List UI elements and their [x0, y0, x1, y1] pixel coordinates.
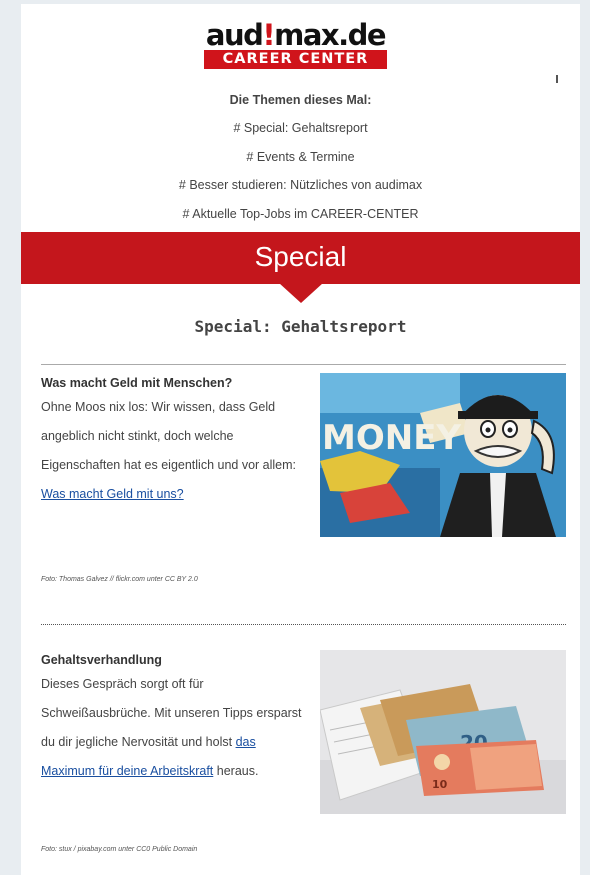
article-title: Was macht Geld mit Menschen? [41, 376, 233, 390]
photo-credit: Foto: Thomas Galvez // flickr.com unter … [41, 576, 198, 583]
article-body: Dieses Gespräch sorgt oft für Schweißaus… [41, 677, 302, 778]
topic-item: # Aktuelle Top-Jobs im CAREER-CENTER [182, 206, 419, 221]
article-separator [41, 624, 566, 625]
topic-item: # Special: Gehaltsreport [233, 121, 368, 135]
special-banner: Special [21, 232, 580, 284]
cursor-mark [556, 75, 558, 83]
audimax-logo[interactable]: aud!max.de CAREER CENTER [204, 20, 387, 69]
article-1: Was macht Geld mit Menschen? Ohne Moos n… [41, 373, 311, 509]
banner-arrow-icon [279, 283, 323, 303]
svg-text:10: 10 [432, 778, 448, 791]
section-title: Special: Gehaltsreport [194, 317, 407, 336]
article-link[interactable]: Was macht Geld mit uns? [41, 487, 184, 501]
logo-wordmark: aud!max.de [205, 18, 387, 52]
euro-banknotes-image[interactable]: 20 10 [320, 650, 566, 814]
topics-heading: Die Themen dieses Mal: [229, 93, 372, 107]
photo-credit: Foto: stux / pixabay.com unter CC0 Publi… [41, 846, 198, 853]
monopoly-money-graffiti-image[interactable]: MONEY [320, 373, 566, 537]
article-body: Ohne Moos nix los: Wir wissen, dass Geld… [41, 400, 297, 501]
newsletter-card: aud!max.de CAREER CENTER Die Themen dies… [21, 4, 580, 875]
topic-item: # Events & Termine [246, 149, 355, 164]
section-divider [41, 364, 566, 365]
topic-item: # Besser studieren: Nützliches von audim… [178, 178, 423, 192]
topics-list: Die Themen dieses Mal: # Special: Gehalt… [21, 86, 580, 228]
article-2: Gehaltsverhandlung Dieses Gespräch sorgt… [41, 650, 311, 786]
article-title: Gehaltsverhandlung [41, 653, 162, 667]
image-money-text: MONEY [322, 418, 461, 458]
logo-career-center: CAREER CENTER [204, 50, 387, 69]
